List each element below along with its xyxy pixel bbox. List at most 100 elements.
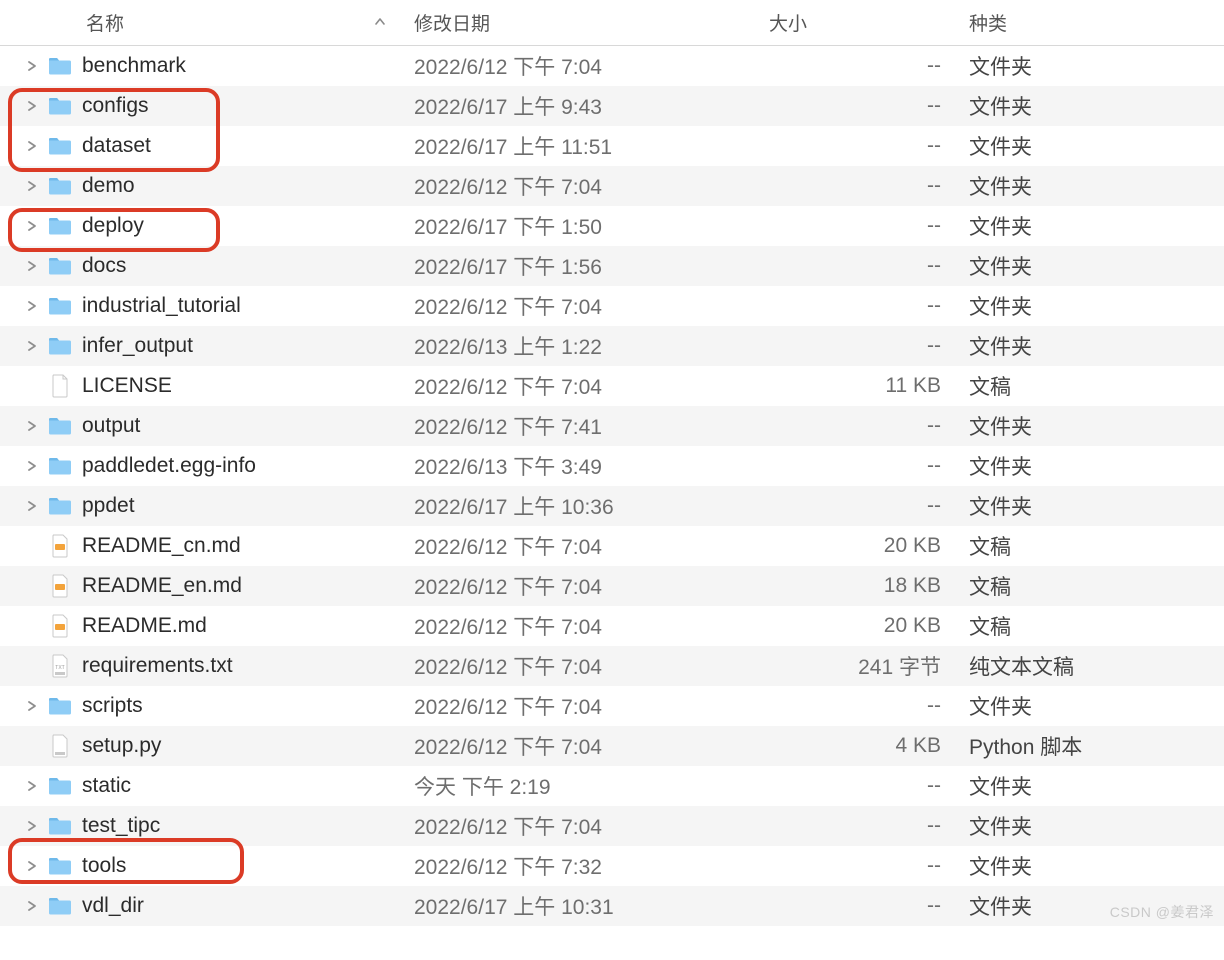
- file-kind: 文件夹: [955, 451, 1224, 481]
- file-size: --: [755, 174, 955, 198]
- file-size: --: [755, 454, 955, 478]
- file-kind: 文稿: [955, 531, 1224, 561]
- disclosure-chevron-icon[interactable]: [22, 60, 42, 72]
- file-row[interactable]: ppdet 2022/6/17 上午 10:36 -- 文件夹: [0, 486, 1224, 526]
- file-row[interactable]: setup.py 2022/6/12 下午 7:04 4 KB Python 脚…: [0, 726, 1224, 766]
- file-date: 2022/6/12 下午 7:04: [400, 51, 755, 81]
- file-row[interactable]: infer_output 2022/6/13 上午 1:22 -- 文件夹: [0, 326, 1224, 366]
- file-row[interactable]: tools 2022/6/12 下午 7:32 -- 文件夹: [0, 846, 1224, 886]
- file-date: 2022/6/17 下午 1:50: [400, 211, 755, 241]
- file-row[interactable]: scripts 2022/6/12 下午 7:04 -- 文件夹: [0, 686, 1224, 726]
- disclosure-chevron-icon[interactable]: [22, 460, 42, 472]
- disclosure-chevron-icon[interactable]: [22, 100, 42, 112]
- disclosure-chevron-icon[interactable]: [22, 780, 42, 792]
- file-row[interactable]: LICENSE 2022/6/12 下午 7:04 11 KB 文稿: [0, 366, 1224, 406]
- file-kind: 文件夹: [955, 851, 1224, 881]
- file-icon: [46, 654, 74, 678]
- file-date: 2022/6/17 上午 9:43: [400, 91, 755, 121]
- column-header-size-label: 大小: [769, 14, 807, 35]
- file-row[interactable]: industrial_tutorial 2022/6/12 下午 7:04 --…: [0, 286, 1224, 326]
- file-row[interactable]: configs 2022/6/17 上午 9:43 -- 文件夹: [0, 86, 1224, 126]
- disclosure-chevron-icon[interactable]: [22, 220, 42, 232]
- file-name: README.md: [74, 614, 400, 638]
- file-icon: [46, 574, 74, 598]
- file-kind: Python 脚本: [955, 731, 1224, 761]
- file-date: 2022/6/12 下午 7:04: [400, 531, 755, 561]
- file-row[interactable]: README_en.md 2022/6/12 下午 7:04 18 KB 文稿: [0, 566, 1224, 606]
- file-row[interactable]: output 2022/6/12 下午 7:41 -- 文件夹: [0, 406, 1224, 446]
- file-row[interactable]: deploy 2022/6/17 下午 1:50 -- 文件夹: [0, 206, 1224, 246]
- disclosure-chevron-icon[interactable]: [22, 420, 42, 432]
- file-row[interactable]: requirements.txt 2022/6/12 下午 7:04 241 字…: [0, 646, 1224, 686]
- file-size: --: [755, 94, 955, 118]
- folder-icon: [46, 776, 74, 796]
- disclosure-chevron-icon[interactable]: [22, 700, 42, 712]
- file-row[interactable]: static 今天 下午 2:19 -- 文件夹: [0, 766, 1224, 806]
- file-row[interactable]: README_cn.md 2022/6/12 下午 7:04 20 KB 文稿: [0, 526, 1224, 566]
- file-kind: 文件夹: [955, 771, 1224, 801]
- disclosure-chevron-icon[interactable]: [22, 180, 42, 192]
- file-icon: [46, 374, 74, 398]
- disclosure-chevron-icon[interactable]: [22, 860, 42, 872]
- file-row[interactable]: demo 2022/6/12 下午 7:04 -- 文件夹: [0, 166, 1224, 206]
- disclosure-chevron-icon[interactable]: [22, 340, 42, 352]
- column-header-size[interactable]: 大小: [755, 9, 955, 36]
- file-size: 20 KB: [755, 614, 955, 638]
- file-name: vdl_dir: [74, 894, 400, 918]
- file-kind: 文件夹: [955, 51, 1224, 81]
- file-row[interactable]: docs 2022/6/17 下午 1:56 -- 文件夹: [0, 246, 1224, 286]
- file-kind: 文件夹: [955, 331, 1224, 361]
- file-size: --: [755, 774, 955, 798]
- file-kind: 文件夹: [955, 131, 1224, 161]
- file-row[interactable]: paddledet.egg-info 2022/6/13 下午 3:49 -- …: [0, 446, 1224, 486]
- file-row[interactable]: vdl_dir 2022/6/17 上午 10:31 -- 文件夹: [0, 886, 1224, 926]
- file-size: --: [755, 134, 955, 158]
- file-date: 2022/6/12 下午 7:41: [400, 411, 755, 441]
- folder-icon: [46, 696, 74, 716]
- column-header-kind[interactable]: 种类: [955, 9, 1224, 36]
- file-size: --: [755, 254, 955, 278]
- file-row[interactable]: benchmark 2022/6/12 下午 7:04 -- 文件夹: [0, 46, 1224, 86]
- file-date: 2022/6/12 下午 7:04: [400, 611, 755, 641]
- file-name: docs: [74, 254, 400, 278]
- disclosure-chevron-icon[interactable]: [22, 140, 42, 152]
- file-date: 2022/6/13 上午 1:22: [400, 331, 755, 361]
- disclosure-chevron-icon[interactable]: [22, 820, 42, 832]
- file-size: 20 KB: [755, 534, 955, 558]
- column-header-row: 名称 修改日期 大小 种类: [0, 0, 1224, 46]
- disclosure-chevron-icon[interactable]: [22, 500, 42, 512]
- file-size: --: [755, 414, 955, 438]
- file-date: 2022/6/12 下午 7:04: [400, 371, 755, 401]
- disclosure-chevron-icon[interactable]: [22, 300, 42, 312]
- file-kind: 纯文本文稿: [955, 651, 1224, 681]
- folder-icon: [46, 856, 74, 876]
- file-kind: 文稿: [955, 611, 1224, 641]
- file-icon: [46, 614, 74, 638]
- file-kind: 文件夹: [955, 291, 1224, 321]
- file-name: README_cn.md: [74, 534, 400, 558]
- folder-icon: [46, 456, 74, 476]
- file-size: --: [755, 894, 955, 918]
- column-header-name[interactable]: 名称: [0, 9, 400, 36]
- file-kind: 文件夹: [955, 811, 1224, 841]
- file-kind: 文稿: [955, 571, 1224, 601]
- file-kind: 文稿: [955, 371, 1224, 401]
- file-icon: [46, 734, 74, 758]
- file-name: dataset: [74, 134, 400, 158]
- file-row[interactable]: dataset 2022/6/17 上午 11:51 -- 文件夹: [0, 126, 1224, 166]
- file-date: 2022/6/12 下午 7:04: [400, 171, 755, 201]
- disclosure-chevron-icon[interactable]: [22, 900, 42, 912]
- file-kind: 文件夹: [955, 251, 1224, 281]
- column-header-date[interactable]: 修改日期: [400, 9, 755, 36]
- folder-icon: [46, 176, 74, 196]
- file-name: demo: [74, 174, 400, 198]
- file-name: requirements.txt: [74, 654, 400, 678]
- disclosure-chevron-icon[interactable]: [22, 260, 42, 272]
- file-name: paddledet.egg-info: [74, 454, 400, 478]
- file-kind: 文件夹: [955, 691, 1224, 721]
- file-row[interactable]: README.md 2022/6/12 下午 7:04 20 KB 文稿: [0, 606, 1224, 646]
- file-size: --: [755, 694, 955, 718]
- column-header-date-label: 修改日期: [414, 14, 490, 35]
- folder-icon: [46, 496, 74, 516]
- file-row[interactable]: test_tipc 2022/6/12 下午 7:04 -- 文件夹: [0, 806, 1224, 846]
